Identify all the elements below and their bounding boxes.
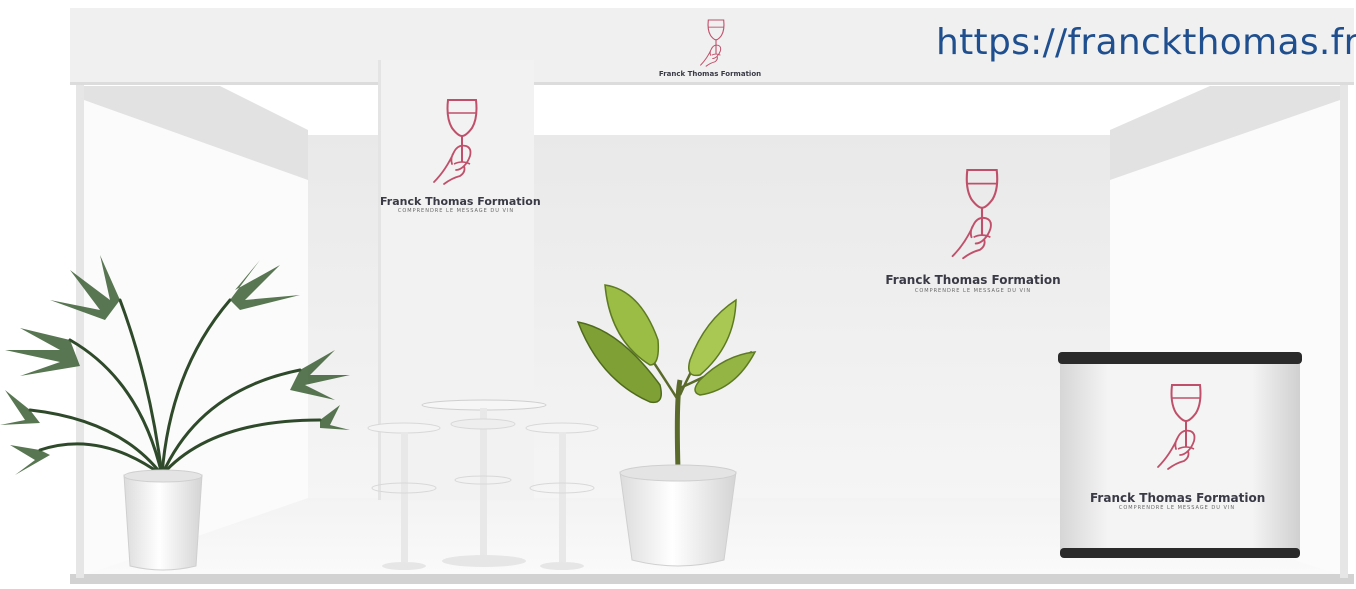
header-brand-name: Franck Thomas Formation — [658, 70, 762, 78]
website-url: https://franckthomas.fr/ — [936, 22, 1356, 63]
exhibition-booth-scene: https://franckthomas.fr/ Franck Thomas F… — [0, 0, 1356, 589]
bar-table — [367, 399, 599, 570]
wall-brand-name: Franck Thomas Formation — [885, 273, 1061, 287]
reception-counter — [1058, 352, 1302, 558]
counter-brand-name: Franck Thomas Formation — [1090, 491, 1266, 505]
banner-brand-name: Franck Thomas Formation — [380, 195, 541, 208]
banner-brand-tagline: COMPRENDRE LE MESSAGE DU VIN — [397, 208, 515, 214]
counter-brand-tagline: COMPRENDRE LE MESSAGE DU VIN — [1118, 505, 1236, 511]
wall-brand-tagline: COMPRENDRE LE MESSAGE DU VIN — [914, 288, 1032, 294]
